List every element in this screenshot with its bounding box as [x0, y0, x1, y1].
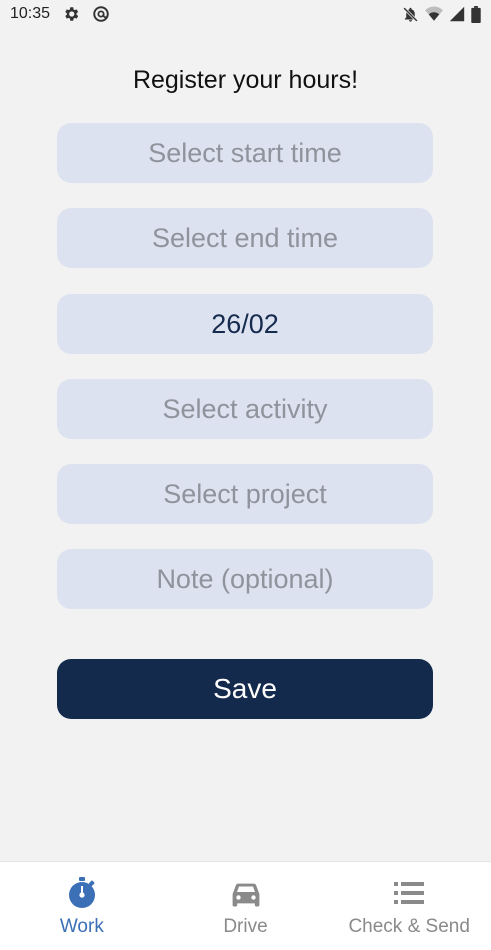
start-time-field[interactable]: Select start time — [57, 123, 433, 183]
project-select[interactable]: Select project — [57, 464, 433, 524]
nav-item-work[interactable]: Work — [0, 862, 164, 950]
status-bar: 10:35 — [0, 0, 491, 28]
wifi-icon — [425, 6, 443, 22]
project-placeholder: Select project — [163, 478, 327, 509]
nav-label-drive: Drive — [223, 916, 268, 937]
date-value: 26/02 — [211, 308, 279, 339]
list-icon — [392, 876, 426, 910]
settings-gear-icon — [62, 5, 80, 23]
status-time: 10:35 — [10, 5, 51, 22]
nav-label-check-send: Check & Send — [348, 916, 470, 937]
page-title: Register your hours! — [132, 66, 359, 94]
note-input[interactable]: Note (optional) — [57, 549, 433, 609]
car-icon — [229, 876, 263, 910]
activity-placeholder: Select activity — [162, 393, 328, 424]
start-time-placeholder: Select start time — [148, 137, 342, 168]
note-placeholder: Note (optional) — [156, 563, 334, 594]
end-time-field[interactable]: Select end time — [57, 208, 433, 268]
nav-label-work: Work — [59, 916, 104, 937]
notifications-off-icon — [402, 6, 419, 23]
bottom-nav: Work Drive Check & Send — [0, 861, 491, 950]
nav-item-drive[interactable]: Drive — [164, 862, 328, 950]
signal-icon — [449, 6, 465, 22]
battery-icon — [471, 5, 481, 23]
end-time-placeholder: Select end time — [151, 222, 339, 253]
date-field[interactable]: 26/02 — [57, 294, 433, 354]
stopwatch-icon — [65, 876, 99, 910]
nav-item-check-send[interactable]: Check & Send — [327, 862, 491, 950]
vpn-at-icon — [92, 5, 110, 23]
save-button[interactable]: Save — [57, 659, 433, 719]
activity-select[interactable]: Select activity — [57, 379, 433, 439]
